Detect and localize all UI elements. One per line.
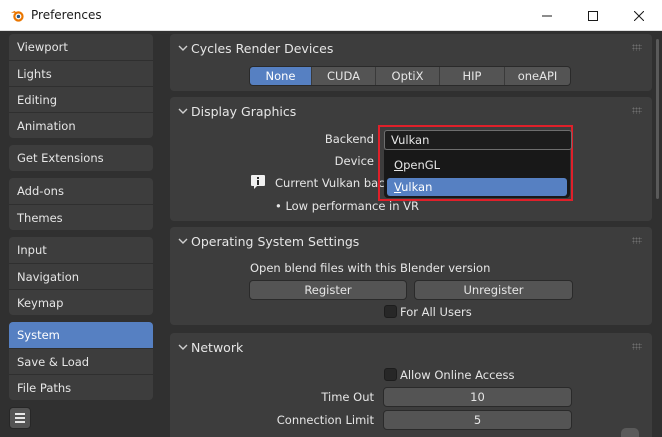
vr-performance-note: • Low performance in VR (275, 199, 420, 213)
panel-network: Network Allow Online Access Time Out 10 … (170, 333, 652, 437)
backend-option-vulkan[interactable]: Vulkan (387, 178, 567, 196)
panel-title: Cycles Render Devices (191, 41, 334, 56)
sidebar-item-themes[interactable]: Themes (9, 204, 153, 230)
device-optix[interactable]: OptiX (376, 67, 440, 85)
panel-header-os[interactable]: Operating System Settings (170, 227, 652, 255)
minimize-button[interactable] (524, 0, 570, 31)
timeout-field[interactable]: 10 (383, 387, 572, 407)
for-all-users-label: For All Users (400, 305, 472, 319)
sidebar-group-interface: Viewport Lights Editing Animation (9, 34, 153, 138)
sidebar-item-navigation[interactable]: Navigation (9, 263, 153, 289)
register-button[interactable]: Register (249, 280, 407, 300)
sidebar-item-editing[interactable]: Editing (9, 86, 153, 112)
drag-grip-icon[interactable] (632, 237, 642, 244)
close-icon (634, 10, 644, 21)
backend-select[interactable]: Vulkan (384, 130, 572, 150)
sidebar-item-system[interactable]: System (9, 322, 153, 348)
maximize-button[interactable] (570, 0, 616, 31)
panel-header-cycles[interactable]: Cycles Render Devices (170, 34, 652, 62)
window-title: Preferences (31, 8, 102, 22)
panel-title: Network (191, 340, 244, 355)
sidebar-item-file-paths[interactable]: File Paths (9, 374, 153, 400)
unregister-button[interactable]: Unregister (414, 280, 573, 300)
maximize-icon (588, 10, 598, 21)
for-all-users-checkbox[interactable] (384, 305, 397, 318)
chevron-down-icon (178, 45, 188, 51)
connection-limit-field[interactable]: 5 (383, 410, 572, 430)
backend-dropdown-menu: OpenGL Vulkan (384, 150, 570, 198)
open-blend-label: Open blend files with this Blender versi… (250, 261, 491, 275)
device-selector: None CUDA OptiX HIP oneAPI (249, 66, 571, 86)
sidebar-item-keymap[interactable]: Keymap (9, 289, 153, 315)
sidebar-group-extensions: Get Extensions (9, 145, 153, 171)
allow-online-access-checkbox[interactable] (384, 368, 397, 381)
sidebar-item-save-load[interactable]: Save & Load (9, 348, 153, 374)
sidebar-group-addons: Add-ons Themes (9, 178, 153, 230)
backend-dropdown-highlight: Vulkan OpenGL Vulkan (378, 125, 573, 201)
option-label: OpenGL (394, 158, 441, 172)
panel-title: Operating System Settings (191, 234, 360, 249)
backend-option-opengl[interactable]: OpenGL (387, 156, 567, 174)
sidebar-item-viewport[interactable]: Viewport (9, 34, 153, 60)
chevron-down-icon (178, 344, 188, 350)
device-none[interactable]: None (250, 67, 312, 85)
chevron-down-icon (178, 238, 188, 244)
title-bar: Preferences (0, 0, 662, 31)
blender-logo-icon (10, 10, 24, 22)
drag-grip-icon[interactable] (632, 107, 642, 114)
hamburger-icon[interactable] (9, 407, 31, 429)
sidebar-item-lights[interactable]: Lights (9, 60, 153, 86)
panel-title: Display Graphics (191, 104, 297, 119)
device-hip[interactable]: HIP (440, 67, 505, 85)
panel-header-network[interactable]: Network (170, 333, 652, 361)
chevron-down-icon (178, 108, 188, 114)
sidebar-item-input[interactable]: Input (9, 237, 153, 263)
sidebar-item-addons[interactable]: Add-ons (9, 178, 153, 204)
sidebar-item-animation[interactable]: Animation (9, 112, 153, 138)
drag-grip-icon[interactable] (632, 343, 642, 350)
drag-grip-icon[interactable] (632, 44, 642, 51)
option-label: Vulkan (394, 180, 433, 194)
device-label: Device (334, 154, 374, 168)
allow-online-access-label: Allow Online Access (400, 368, 515, 382)
timeout-label: Time Out (321, 390, 374, 404)
sidebar-group-input: Input Navigation Keymap (9, 237, 153, 315)
panel-os-settings: Operating System Settings Open blend fil… (170, 227, 652, 325)
close-button[interactable] (616, 0, 662, 31)
connection-limit-label: Connection Limit (276, 413, 374, 427)
minimize-icon (542, 15, 552, 16)
device-cuda[interactable]: CUDA (312, 67, 376, 85)
info-icon (251, 175, 265, 189)
sidebar-group-system: System Save & Load File Paths (9, 322, 153, 400)
preferences-main: Cycles Render Devices None CUDA OptiX HI… (163, 31, 662, 437)
scroll-indicator[interactable] (621, 428, 639, 437)
sidebar: Viewport Lights Editing Animation Get Ex… (0, 31, 163, 437)
panel-cycles-render-devices: Cycles Render Devices None CUDA OptiX HI… (170, 34, 652, 91)
vertical-scrollbar[interactable] (656, 39, 659, 199)
device-oneapi[interactable]: oneAPI (505, 67, 570, 85)
panel-header-display[interactable]: Display Graphics (170, 97, 652, 125)
backend-label: Backend (324, 132, 374, 146)
sidebar-item-get-extensions[interactable]: Get Extensions (9, 145, 153, 171)
